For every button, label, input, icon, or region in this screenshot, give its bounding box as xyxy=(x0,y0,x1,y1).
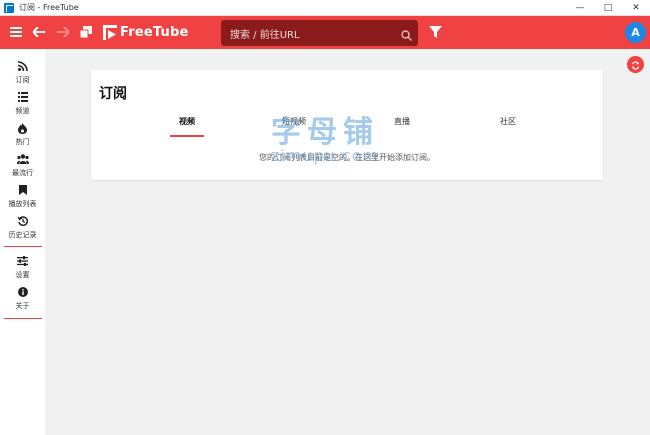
sidebar-item-label: 播放列表 xyxy=(8,200,37,208)
page-title: 订阅 xyxy=(99,86,127,102)
info-icon xyxy=(17,286,28,298)
forward-arrow-icon[interactable] xyxy=(55,24,71,40)
sidebar-item-history[interactable]: 历史记录 xyxy=(0,215,45,240)
window-controls: — □ ✕ xyxy=(566,0,650,16)
active-tab-indicator xyxy=(170,135,204,137)
list-icon xyxy=(17,91,28,103)
minimize-icon[interactable]: — xyxy=(566,0,594,16)
sidebar-item-label: 热门 xyxy=(15,138,30,146)
subscriptions-card: 订阅 视频 短视频 直播 社区 您的订阅列表目前是空的。在这里开始添加订阅。 xyxy=(91,70,603,180)
search-icon[interactable] xyxy=(401,26,412,45)
window-titlebar: 订阅 - FreeTube — □ ✕ xyxy=(0,0,650,16)
empty-subscriptions-message: 您的订阅列表目前是空的。在这里开始添加订阅。 xyxy=(259,153,435,162)
app-topbar: FreeTube 搜索 / 前往URL A xyxy=(0,16,650,49)
rss-icon xyxy=(17,60,28,72)
sidebar-item-label: 历史记录 xyxy=(8,231,37,239)
filter-icon[interactable] xyxy=(427,24,443,40)
refresh-button[interactable] xyxy=(627,56,644,73)
back-arrow-icon[interactable] xyxy=(31,24,47,40)
sidebar-item-label: 订阅 xyxy=(15,76,30,84)
tab-videos[interactable]: 视频 xyxy=(179,116,195,127)
users-icon xyxy=(16,153,29,165)
tab-live[interactable]: 直播 xyxy=(394,116,410,127)
sidebar-item-label: 关于 xyxy=(15,302,30,310)
bookmark-icon xyxy=(18,184,27,196)
sidebar-item-channels[interactable]: 频道 xyxy=(0,91,45,116)
fire-icon xyxy=(18,122,27,134)
app-icon xyxy=(4,2,14,13)
freetube-logo-icon xyxy=(103,25,117,40)
sliders-icon xyxy=(17,255,28,267)
sidebar-item-label: 设置 xyxy=(15,271,30,279)
sidebar-item-popular[interactable]: 最流行 xyxy=(0,153,45,178)
tab-shorts[interactable]: 短视频 xyxy=(282,116,306,127)
refresh-icon xyxy=(631,55,640,74)
search-input[interactable]: 搜索 / 前往URL xyxy=(221,20,418,46)
avatar[interactable]: A xyxy=(625,22,646,43)
nav-divider xyxy=(4,318,42,319)
search-placeholder: 搜索 / 前往URL xyxy=(230,29,300,41)
app-name: FreeTube xyxy=(120,25,189,40)
window-title: 订阅 - FreeTube xyxy=(19,3,79,12)
maximize-icon[interactable]: □ xyxy=(594,0,622,16)
sidebar-item-about[interactable]: 关于 xyxy=(0,286,45,311)
app-logo[interactable]: FreeTube xyxy=(103,25,189,40)
content-tabs: 视频 短视频 直播 社区 xyxy=(91,116,603,138)
menu-icon[interactable] xyxy=(8,24,24,40)
sidebar-item-playlists[interactable]: 播放列表 xyxy=(0,184,45,209)
new-window-icon[interactable] xyxy=(78,24,94,40)
sidebar-item-label: 最流行 xyxy=(12,169,33,177)
sidebar-item-trending[interactable]: 热门 xyxy=(0,122,45,147)
history-icon xyxy=(17,215,28,227)
nav-divider xyxy=(4,246,42,247)
sidebar-item-label: 频道 xyxy=(15,107,30,115)
close-icon[interactable]: ✕ xyxy=(622,0,650,16)
sidebar-item-subscriptions[interactable]: 订阅 xyxy=(0,60,45,85)
tab-community[interactable]: 社区 xyxy=(500,116,516,127)
side-navigation: 订阅 频道 热门 最流行 播放列表 历史记录 设置 关于 xyxy=(0,49,45,435)
sidebar-item-settings[interactable]: 设置 xyxy=(0,255,45,280)
